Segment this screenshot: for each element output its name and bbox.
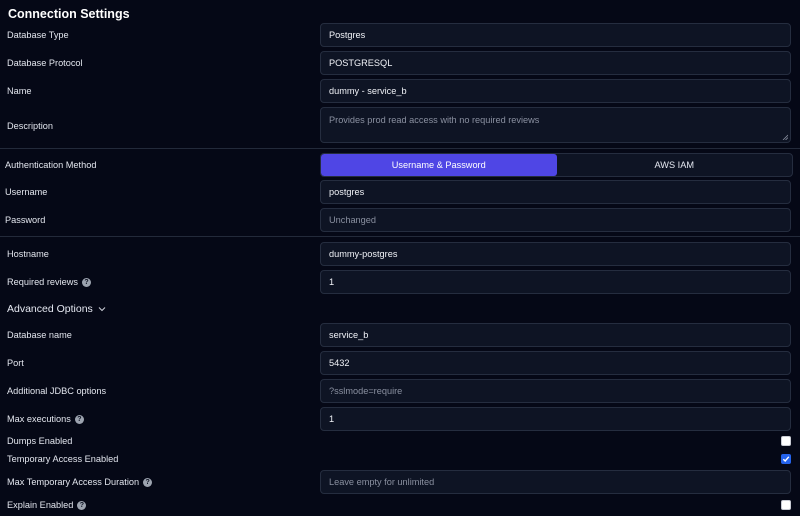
hostname-input[interactable]: dummy-postgres xyxy=(320,242,791,266)
required-reviews-input[interactable]: 1 xyxy=(320,270,791,294)
help-icon[interactable]: ? xyxy=(81,277,91,287)
database-type-label: Database Type xyxy=(7,30,69,40)
max-executions-label: Max executions ? xyxy=(7,412,84,426)
port-input[interactable]: 5432 xyxy=(320,351,791,375)
hostname-label: Hostname xyxy=(7,249,49,259)
password-input[interactable]: Unchanged xyxy=(320,208,791,232)
description-text: Provides prod read access with no requir… xyxy=(329,115,540,125)
description-textarea[interactable]: Provides prod read access with no requir… xyxy=(320,107,791,143)
explain-enabled-checkbox[interactable] xyxy=(781,500,791,510)
name-label: Name xyxy=(7,86,32,96)
username-label: Username xyxy=(5,187,48,197)
page-title: Connection Settings xyxy=(8,7,130,21)
connection-settings-page: Connection Settings Database Type Postgr… xyxy=(0,0,800,516)
auth-aws-iam-button[interactable]: AWS IAM xyxy=(557,154,793,176)
auth-method-label: Authentication Method xyxy=(5,160,97,170)
database-type-select[interactable]: Postgres xyxy=(320,23,791,47)
help-icon[interactable]: ? xyxy=(143,477,153,487)
password-label: Password xyxy=(5,215,46,225)
auth-username-password-button[interactable]: Username & Password xyxy=(321,154,557,176)
section-divider xyxy=(0,236,800,237)
max-temp-access-duration-input[interactable]: Leave empty for unlimited xyxy=(320,470,791,494)
temp-access-enabled-label: Temporary Access Enabled xyxy=(7,454,119,464)
help-icon[interactable]: ? xyxy=(77,500,87,510)
database-protocol-field[interactable]: POSTGRESQL xyxy=(320,51,791,75)
checkmark-icon xyxy=(782,456,790,463)
max-executions-input[interactable]: 1 xyxy=(320,407,791,431)
jdbc-options-label: Additional JDBC options xyxy=(7,386,107,396)
temp-access-enabled-checkbox[interactable] xyxy=(781,454,791,464)
max-temp-access-duration-label: Max Temporary Access Duration ? xyxy=(7,475,153,489)
port-label: Port xyxy=(7,358,24,368)
jdbc-options-input[interactable]: ?sslmode=require xyxy=(320,379,791,403)
help-icon[interactable]: ? xyxy=(74,414,84,424)
database-name-label: Database name xyxy=(7,330,72,340)
auth-method-toggle: Username & Password AWS IAM xyxy=(320,153,793,177)
advanced-options-label: Advanced Options xyxy=(7,303,93,315)
required-reviews-label: Required reviews ? xyxy=(7,275,91,289)
explain-enabled-label: Explain Enabled ? xyxy=(7,498,87,512)
description-label: Description xyxy=(7,121,53,131)
dumps-enabled-checkbox[interactable] xyxy=(781,436,791,446)
advanced-options-toggle[interactable]: Advanced Options xyxy=(7,303,106,315)
section-divider xyxy=(0,148,800,149)
chevron-down-icon xyxy=(98,307,106,312)
username-input[interactable]: postgres xyxy=(320,180,791,204)
resize-handle-icon[interactable] xyxy=(782,134,788,140)
database-protocol-label: Database Protocol xyxy=(7,58,83,68)
database-name-input[interactable]: service_b xyxy=(320,323,791,347)
dumps-enabled-label: Dumps Enabled xyxy=(7,436,73,446)
name-input[interactable]: dummy - service_b xyxy=(320,79,791,103)
